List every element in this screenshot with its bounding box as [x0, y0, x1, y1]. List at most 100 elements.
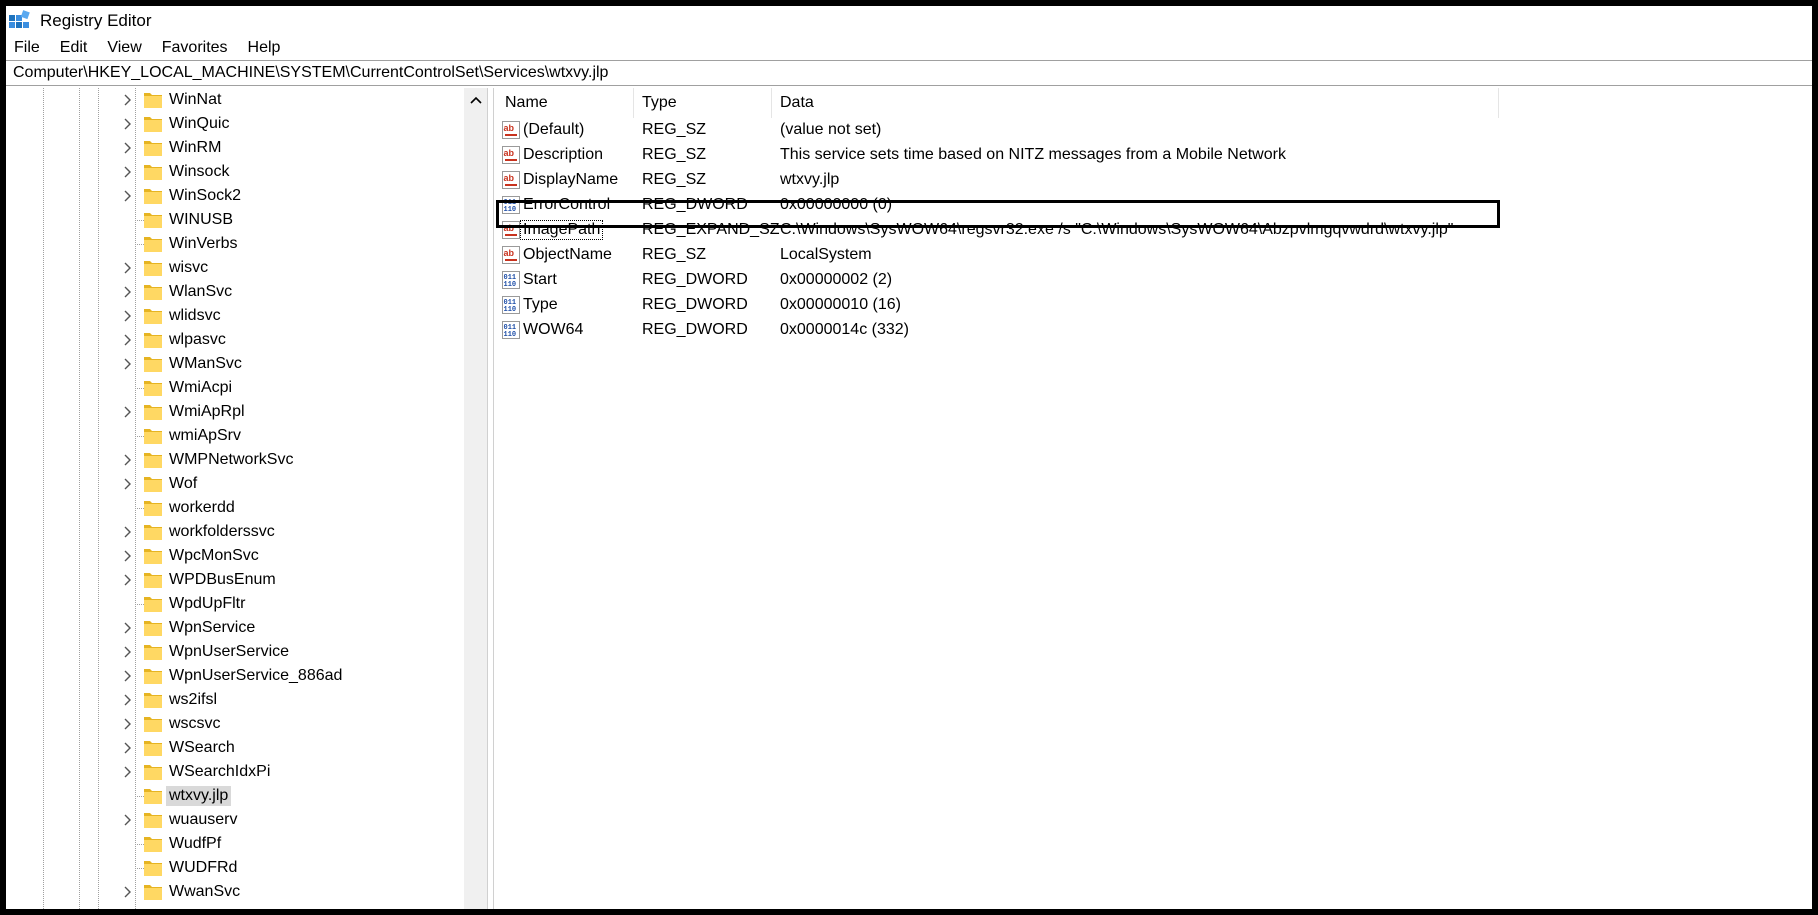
tree-scrollbar[interactable] [464, 88, 487, 909]
menu-help[interactable]: Help [248, 39, 281, 57]
value-row[interactable]: ab ImagePath REG_EXPAND_SZ C:\Windows\SysWO… [494, 218, 1812, 243]
chevron-right-icon[interactable] [122, 572, 134, 588]
chevron-right-icon[interactable] [122, 548, 134, 564]
value-row[interactable]: 011 110 Start REG_DWORD 0x00000002 (2) [494, 268, 1812, 293]
tree-item[interactable]: WwanSvc [6, 880, 464, 904]
chevron-right-icon[interactable] [122, 668, 134, 684]
value-row[interactable]: ab DisplayName REG_SZ wtxvy.jlp [494, 168, 1812, 193]
tree-item[interactable]: WpnService [6, 616, 464, 640]
value-row[interactable]: 011 110 Type REG_DWORD 0x00000010 (16) [494, 293, 1812, 318]
tree-item-label[interactable]: WlanSvc [166, 282, 235, 302]
tree-item-label[interactable]: WmiApRpl [166, 402, 248, 422]
column-divider[interactable] [633, 88, 634, 118]
column-divider[interactable] [1498, 88, 1499, 118]
tree-item[interactable]: WinSock2 [6, 184, 464, 208]
menu-edit[interactable]: Edit [60, 39, 88, 57]
tree-item[interactable]: WpcMonSvc [6, 544, 464, 568]
chevron-right-icon[interactable] [122, 692, 134, 708]
tree-item-label[interactable]: WpcMonSvc [166, 546, 262, 566]
menu-file[interactable]: File [14, 39, 40, 57]
tree-item[interactable]: ws2ifsl [6, 688, 464, 712]
value-name[interactable]: Start [523, 271, 557, 289]
tree-item-label[interactable]: WManSvc [166, 354, 245, 374]
value-name[interactable]: Type [523, 296, 558, 314]
value-name[interactable]: (Default) [523, 121, 584, 139]
tree-item-label[interactable]: workfolderssvc [166, 522, 278, 542]
column-divider[interactable] [771, 88, 772, 118]
chevron-right-icon[interactable] [122, 452, 134, 468]
tree-item-label[interactable]: WinSock2 [166, 186, 244, 206]
tree-item[interactable]: WinQuic [6, 112, 464, 136]
tree-item[interactable]: WSearch [6, 736, 464, 760]
tree-item[interactable]: Wof [6, 472, 464, 496]
tree-item-label[interactable]: WudfPf [166, 834, 224, 854]
chevron-right-icon[interactable] [122, 716, 134, 732]
tree-item-label[interactable]: WINUSB [166, 210, 236, 230]
value-row[interactable]: ab ObjectName REG_SZ LocalSystem [494, 243, 1812, 268]
tree-item[interactable]: wuauserv [6, 808, 464, 832]
tree-item-label[interactable]: wisvc [166, 258, 211, 278]
tree-item-label[interactable]: WpnUserService [166, 642, 292, 662]
tree-item-label[interactable]: WwanSvc [166, 882, 243, 902]
tree-item-label[interactable]: WinRM [166, 138, 224, 158]
tree-item[interactable]: WpdUpFltr [6, 592, 464, 616]
tree-item[interactable]: WmiApRpl [6, 400, 464, 424]
address-path[interactable]: Computer\HKEY_LOCAL_MACHINE\SYSTEM\Curre… [13, 64, 608, 82]
tree-item[interactable]: WmiAcpi [6, 376, 464, 400]
tree-item-label[interactable]: WinNat [166, 90, 224, 110]
chevron-right-icon[interactable] [122, 884, 134, 900]
tree-item[interactable]: WManSvc [6, 352, 464, 376]
column-header-name[interactable]: Name [505, 94, 548, 112]
tree-item-label[interactable]: WPDBusEnum [166, 570, 279, 590]
column-header-data[interactable]: Data [780, 94, 814, 112]
chevron-right-icon[interactable] [122, 92, 134, 108]
tree-item[interactable]: WINUSB [6, 208, 464, 232]
value-row[interactable]: ab Description REG_SZ This service sets tim… [494, 143, 1812, 168]
chevron-right-icon[interactable] [122, 764, 134, 780]
tree-item-label[interactable]: WSearchIdxPi [166, 762, 273, 782]
tree-item-label[interactable]: WmiAcpi [166, 378, 235, 398]
chevron-right-icon[interactable] [122, 404, 134, 420]
tree-item-label[interactable]: WpnService [166, 618, 258, 638]
tree-item-label[interactable]: WpnUserService_886ad [166, 666, 345, 686]
value-name[interactable]: ObjectName [523, 246, 612, 264]
tree-item-label[interactable]: WSearch [166, 738, 238, 758]
chevron-right-icon[interactable] [122, 308, 134, 324]
tree-item[interactable]: WpnUserService_886ad [6, 664, 464, 688]
tree-item[interactable]: WlanSvc [6, 280, 464, 304]
tree-item[interactable]: WpnUserService [6, 640, 464, 664]
tree-item-label[interactable]: Winsock [166, 162, 232, 182]
tree-item[interactable]: wlidsvc [6, 304, 464, 328]
tree-item-label[interactable]: workerdd [166, 498, 238, 518]
scroll-up-icon[interactable] [464, 92, 487, 108]
chevron-right-icon[interactable] [122, 164, 134, 180]
value-name[interactable]: Description [523, 146, 603, 164]
tree-item[interactable]: WinRM [6, 136, 464, 160]
chevron-right-icon[interactable] [122, 812, 134, 828]
tree-item[interactable]: wlpasvc [6, 328, 464, 352]
tree-item-label[interactable]: WpdUpFltr [166, 594, 248, 614]
tree-item[interactable]: WPDBusEnum [6, 568, 464, 592]
column-header-type[interactable]: Type [642, 94, 677, 112]
chevron-right-icon[interactable] [122, 260, 134, 276]
tree-item-label[interactable]: WinVerbs [166, 234, 240, 254]
chevron-right-icon[interactable] [122, 332, 134, 348]
pane-splitter[interactable] [487, 88, 494, 909]
menu-favorites[interactable]: Favorites [162, 39, 228, 57]
tree-item[interactable]: wscsvc [6, 712, 464, 736]
tree-item-label[interactable]: WinQuic [166, 114, 232, 134]
tree-item-label[interactable]: ws2ifsl [166, 690, 220, 710]
chevron-right-icon[interactable] [122, 356, 134, 372]
value-name[interactable]: ImagePath [519, 220, 604, 240]
tree-item-label[interactable]: wlpasvc [166, 330, 229, 350]
tree-item-label[interactable]: WUDFRd [166, 858, 240, 878]
value-name[interactable]: WOW64 [523, 321, 583, 339]
value-row[interactable]: ab (Default) REG_SZ (value not set) [494, 118, 1812, 143]
value-name[interactable]: ErrorControl [523, 196, 610, 214]
chevron-right-icon[interactable] [122, 188, 134, 204]
chevron-right-icon[interactable] [122, 644, 134, 660]
tree-item[interactable]: wmiApSrv [6, 424, 464, 448]
tree-item-label[interactable]: WMPNetworkSvc [166, 450, 296, 470]
tree-item[interactable]: wtxvy.jlp [6, 784, 464, 808]
value-row[interactable]: 011 110 WOW64 REG_DWORD 0x0000014c (332) [494, 318, 1812, 343]
